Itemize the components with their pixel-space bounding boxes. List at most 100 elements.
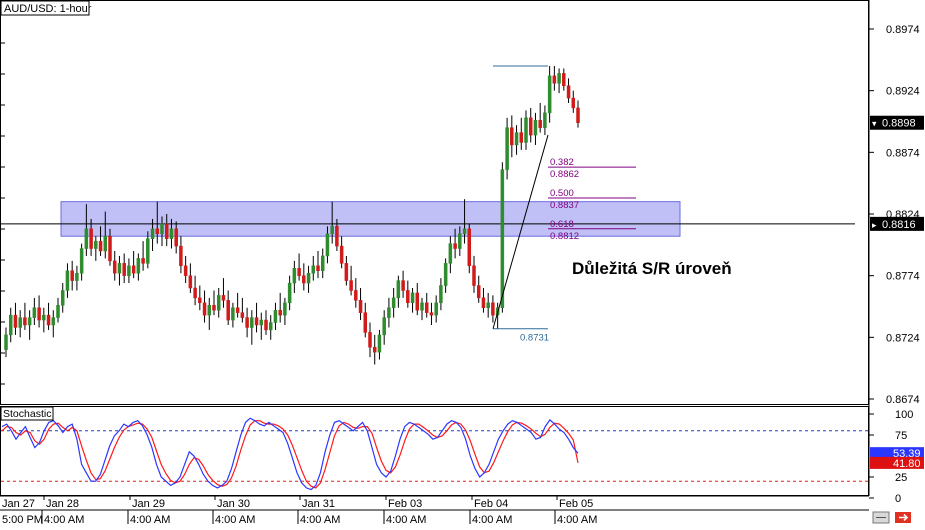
hline-marker-icon: ▸ [872, 220, 877, 230]
stoch-tick-label: 75 [895, 430, 907, 442]
candle-bull [514, 132, 519, 146]
candle-bear [316, 265, 320, 271]
candle-bear [122, 263, 126, 276]
candle-bear [472, 265, 476, 286]
fib-low-label: 0.8731 [520, 333, 549, 344]
candle-bear [368, 332, 372, 348]
candle-bear [538, 120, 542, 128]
candle-bull [505, 127, 509, 170]
sr-annotation: Důležitá S/R úroveň [572, 259, 732, 278]
fib-price-label: 0.8812 [550, 231, 579, 242]
candle-bull [75, 272, 79, 281]
price-tick-label: 0.8974 [886, 24, 920, 36]
candle-bear [358, 300, 363, 313]
candle-bull [377, 334, 382, 353]
candle-bull [84, 228, 89, 249]
candle-bull [216, 295, 221, 311]
candle-bull [51, 317, 56, 326]
candle-bull [462, 228, 467, 234]
candle-bear [131, 265, 136, 274]
candle-bull [547, 75, 552, 114]
candle-bull [396, 280, 401, 299]
candle-bear [235, 307, 240, 313]
fib-ratio-label: 0.618 [550, 219, 574, 230]
time-label: 4:00 AM [557, 514, 597, 525]
candle-bull [500, 169, 505, 308]
candle-bull [65, 270, 70, 291]
candle-bull [103, 235, 108, 252]
time-label: 4:00 AM [130, 514, 170, 525]
candle-bull [458, 233, 462, 249]
candle-bear [491, 302, 495, 316]
candle-bull [434, 302, 438, 316]
candle-bull [524, 117, 528, 143]
time-label: 5:00 PM [2, 514, 43, 525]
fib-ratio-label: 0.500 [550, 188, 574, 199]
date-label: Jan 27 [2, 498, 35, 510]
candle-bear [576, 107, 580, 123]
candle-bear [354, 290, 358, 301]
indicator-label[interactable]: Stochastic [3, 408, 51, 420]
candle-bull [207, 305, 212, 316]
candle-bear [344, 263, 349, 281]
candle-bear [23, 317, 27, 326]
stochastic-panel [0, 406, 869, 496]
candle-bull [160, 223, 164, 234]
candle-bull [169, 228, 174, 239]
candle-bull [268, 322, 273, 331]
candle-bear [571, 97, 576, 109]
candle-bull [273, 309, 278, 323]
date-label: Jan 31 [302, 498, 335, 510]
hline-price-label: 0.8816 [882, 219, 916, 231]
time-axis: Jan 27 Jan 28 Jan 29 Jan 30 Jan 31 Feb 03 Feb … [0, 495, 869, 526]
candle-bear [108, 235, 112, 262]
candle-bear [297, 268, 301, 276]
time-label: 4:00 AM [386, 514, 426, 525]
date-label: Feb 03 [388, 498, 422, 510]
candle-bull [146, 238, 150, 264]
candle-bear [240, 312, 245, 318]
price-tick-label: 0.8774 [886, 271, 920, 283]
candle-bull [4, 334, 8, 350]
candle-bear [174, 228, 178, 247]
candle-bear [339, 245, 344, 264]
candle-bear [453, 243, 457, 249]
candle-bear [363, 312, 368, 333]
candle-bear [264, 319, 268, 331]
candle-bear [372, 346, 377, 353]
candle-bear [519, 132, 524, 143]
candle-bull [117, 263, 122, 274]
date-label: Jan 30 [217, 498, 250, 510]
candle-bear [335, 226, 339, 247]
candle-bull [557, 73, 561, 84]
candle-bull [32, 307, 37, 318]
candle-bull [56, 305, 60, 318]
candle-bear [198, 297, 202, 304]
candle-bear [254, 317, 259, 326]
date-label: Feb 04 [474, 498, 508, 510]
candle-bear [302, 275, 306, 284]
candle-bear [424, 302, 429, 313]
candle-bull [292, 268, 297, 284]
candle-bull [325, 233, 330, 257]
candle-bear [141, 258, 145, 264]
candle-bull [306, 272, 311, 284]
candle-bull [387, 307, 391, 318]
candle-bear [13, 314, 18, 328]
candle-bull [283, 302, 287, 316]
candle-bull [94, 240, 98, 249]
candle-bear [481, 297, 486, 308]
price-tick-label: 0.8874 [886, 147, 920, 159]
candle-bear [467, 228, 472, 267]
candle-bull [60, 290, 65, 306]
date-label: Feb 05 [559, 498, 593, 510]
candle-bull [79, 248, 84, 274]
candle-bull [27, 317, 32, 326]
candle-bull [136, 258, 141, 274]
fib-price-label: 0.8837 [550, 200, 579, 211]
chart-window: 0.8731 0.382 0.8862 0.500 0.8837 0.618 0.8812 … [0, 0, 925, 526]
time-label: 4:00 AM [44, 514, 84, 525]
time-label: 4:00 AM [300, 514, 340, 525]
candle-bear [528, 117, 533, 136]
candle-bear [429, 312, 434, 316]
